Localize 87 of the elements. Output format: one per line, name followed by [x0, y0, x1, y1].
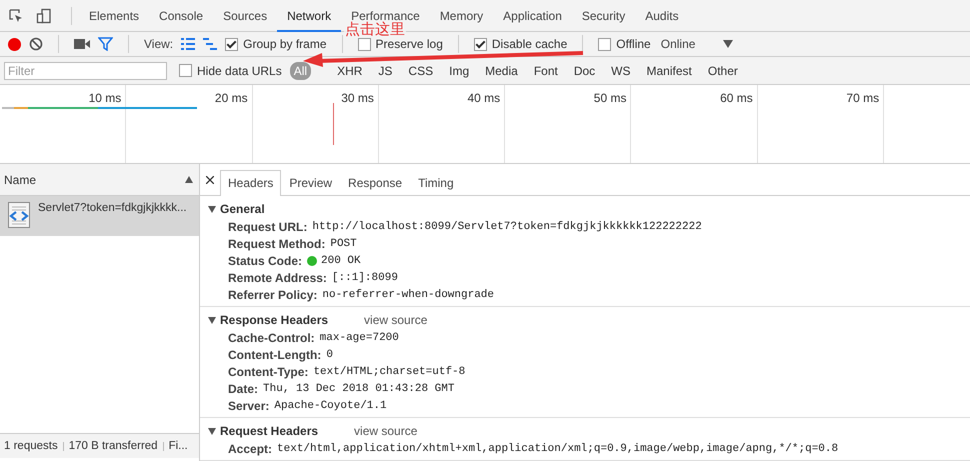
document-icon	[8, 202, 30, 228]
tick-label: 10 ms	[88, 91, 122, 105]
header-value: text/HTML;charset=utf-8	[313, 366, 466, 378]
section-title[interactable]: Request Headers	[220, 424, 318, 438]
option-checkbox[interactable]: Disable cache	[474, 37, 568, 51]
status-text: Fi...	[168, 440, 188, 452]
header-name: Remote Address:	[228, 270, 327, 284]
view-source-link[interactable]: view source	[364, 313, 428, 327]
panel-tab[interactable]: Memory	[430, 8, 494, 22]
tab-indicator	[277, 30, 342, 32]
detail-tab[interactable]: Timing	[410, 170, 462, 195]
header-name: Date:	[228, 382, 258, 396]
section-title[interactable]: General	[220, 202, 265, 216]
filter-icon[interactable]	[98, 37, 113, 51]
detail-tab[interactable]: Response	[340, 170, 410, 195]
device-icon[interactable]	[36, 8, 52, 24]
header-name: Content-Type:	[228, 364, 308, 378]
tick-label: 40 ms	[468, 91, 500, 105]
panel-tab[interactable]: Performance	[341, 8, 430, 22]
tick-label: 60 ms	[720, 91, 753, 105]
column-header[interactable]: Name	[4, 172, 36, 186]
detail-tab[interactable]: Preview	[281, 170, 340, 195]
panel-tab[interactable]: Network	[277, 8, 342, 22]
header-value: no-referrer-when-downgrade	[322, 288, 494, 300]
annotation-text: 点击这里	[345, 21, 405, 38]
tick-label: 20 ms	[214, 91, 248, 105]
header-name: Referrer Policy:	[228, 288, 318, 302]
filter-field[interactable]: Filter	[4, 62, 167, 80]
expand-icon[interactable]	[208, 206, 216, 212]
type-filter[interactable]: Doc	[570, 62, 600, 80]
header-name: Request URL:	[228, 220, 308, 234]
throttling-select[interactable]: Online	[660, 37, 696, 51]
detail-tab[interactable]: Headers	[220, 170, 282, 196]
close-icon[interactable]	[206, 176, 214, 184]
camera-icon[interactable]	[74, 38, 90, 50]
header-name: Cache-Control:	[228, 330, 315, 344]
type-filter[interactable]: Font	[530, 62, 562, 80]
header-value: Thu, 13 Dec 2018 01:43:28 GMT	[263, 382, 454, 394]
panel-tab[interactable]: Audits	[635, 8, 689, 22]
header-value: max-age=7200	[320, 332, 399, 344]
expand-icon[interactable]	[208, 316, 216, 324]
type-filter[interactable]: XHR	[333, 62, 366, 80]
panel-tab[interactable]: Elements	[79, 8, 150, 22]
record-button[interactable]	[8, 38, 21, 50]
type-filter[interactable]: JS	[374, 62, 396, 80]
type-filter[interactable]: Other	[704, 62, 742, 80]
hide-data-urls-checkbox[interactable]: Hide data URLs	[179, 64, 282, 78]
clear-icon[interactable]	[29, 37, 43, 51]
waterfall-icon[interactable]	[203, 38, 218, 50]
header-value: 0	[326, 348, 333, 360]
tick-label: 70 ms	[846, 91, 880, 105]
option-checkbox[interactable]: Offline	[598, 37, 651, 51]
status-text: 170 B transferred	[68, 440, 158, 452]
header-value: 200 OK	[321, 254, 361, 266]
sort-icon[interactable]	[185, 176, 193, 183]
view-source-link[interactable]: view source	[354, 424, 418, 438]
status-text: 1 requests	[4, 440, 58, 452]
type-filter[interactable]: Img	[445, 62, 474, 80]
section-title[interactable]: Response Headers	[220, 313, 328, 327]
header-name: Request Method:	[228, 236, 326, 250]
option-checkbox[interactable]: Group by frame	[225, 37, 327, 51]
view-label: View:	[144, 37, 174, 51]
inspect-icon[interactable]	[8, 8, 24, 24]
type-filter[interactable]: Manifest	[642, 62, 696, 80]
list-view-icon[interactable]	[181, 38, 196, 50]
caret-icon[interactable]	[723, 40, 734, 48]
tick-label: 50 ms	[594, 91, 626, 105]
header-value: [::1]:8099	[332, 272, 398, 284]
expand-icon[interactable]	[208, 428, 216, 434]
type-filter[interactable]: CSS	[404, 62, 438, 80]
type-filter[interactable]: Media	[481, 62, 522, 80]
request-row[interactable]: Servlet7?token=fdkgjkjkkkk...	[0, 196, 199, 236]
panel-tab[interactable]: Application	[493, 8, 572, 22]
header-name: Content-Length:	[228, 348, 322, 362]
panel-tab[interactable]: Sources	[213, 8, 278, 22]
tick-label: 30 ms	[341, 91, 374, 105]
panel-tab[interactable]: Console	[149, 8, 214, 22]
header-name: Status Code:	[228, 254, 302, 268]
header-name: Server:	[228, 398, 270, 412]
header-value: POST	[330, 238, 357, 250]
type-filter[interactable]: WS	[607, 62, 635, 80]
header-value: Apache-Coyote/1.1	[274, 400, 387, 412]
option-checkbox[interactable]: Preserve log	[358, 37, 443, 51]
panel-tab[interactable]: Security	[572, 8, 636, 22]
header-name: Accept:	[228, 442, 272, 456]
header-value: http://localhost:8099/Servlet7?token=fdkgjkjkkkkkk122222222	[312, 220, 702, 232]
header-value: text/html,application/xhtml+xml,application/xml;q=0.9,image/webp,image/apng,*/*;q=0.8	[277, 442, 838, 454]
